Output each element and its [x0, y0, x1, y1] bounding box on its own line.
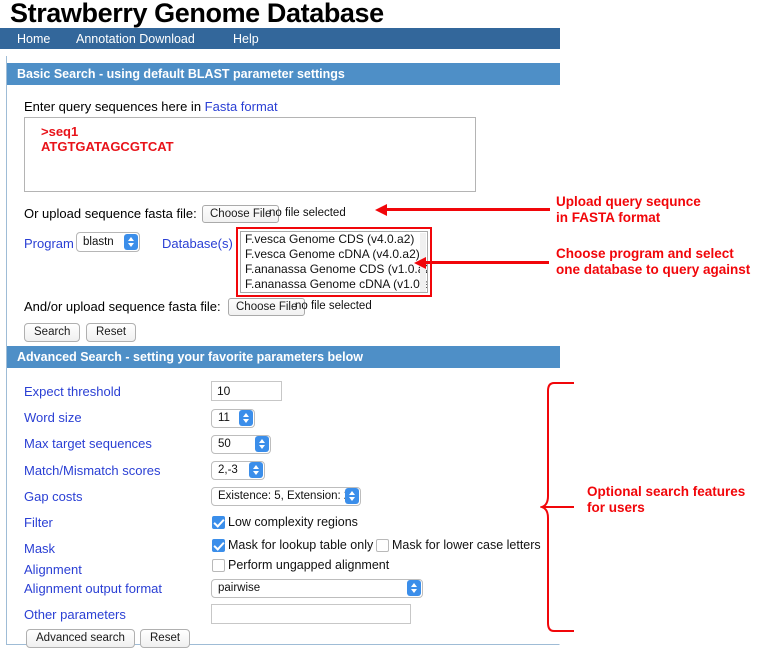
- annotation-arrow-database-icon: [414, 256, 549, 269]
- advanced-search-header: Advanced Search - setting your favorite …: [7, 346, 560, 368]
- expect-threshold-label: Expect threshold: [24, 384, 121, 399]
- no-file-selected-text-1: no file selected: [269, 207, 346, 219]
- upload-fasta-label-1: Or upload sequence fasta file:: [24, 206, 197, 221]
- page-title: Strawberry Genome Database: [10, 0, 384, 28]
- page-root: Strawberry Genome Database Home Annotati…: [0, 0, 780, 654]
- max-target-sequences-select[interactable]: 50: [211, 435, 271, 454]
- database-option-3[interactable]: F.ananassa Genome cDNA (v1.0.a2): [241, 277, 427, 292]
- filter-low-complexity-label: Low complexity regions: [228, 515, 358, 529]
- no-file-selected-text-2: no file selected: [295, 300, 372, 312]
- basic-search-header: Basic Search - using default BLAST param…: [7, 63, 560, 85]
- database-option-2[interactable]: F.ananassa Genome CDS (v1.0.a2): [241, 262, 427, 277]
- choose-file-button-1[interactable]: Choose File: [202, 205, 280, 223]
- mask-lookup-table-checkbox[interactable]: [212, 539, 225, 552]
- query-sequence-input[interactable]: >seq1 ATGTGATAGCGTCAT: [24, 117, 476, 192]
- nav-item-home[interactable]: Home: [17, 32, 50, 46]
- annotation-upload-text: Upload query sequnce in FASTA format: [556, 194, 701, 225]
- perform-ungapped-alignment-label: Perform ungapped alignment: [228, 558, 390, 572]
- expect-threshold-input[interactable]: [211, 381, 282, 401]
- query-label-text: Enter query sequences here in: [24, 99, 205, 114]
- reset-button-advanced[interactable]: Reset: [140, 629, 191, 648]
- search-button[interactable]: Search: [24, 323, 81, 342]
- other-parameters-input[interactable]: [211, 604, 411, 624]
- choose-file-button-2[interactable]: Choose File: [228, 298, 306, 316]
- alignment-output-format-select[interactable]: pairwise: [211, 579, 423, 598]
- main-navbar: Home Annotation Download Help: [0, 28, 560, 49]
- word-size-label: Word size: [24, 410, 82, 425]
- nav-item-help[interactable]: Help: [233, 32, 259, 46]
- gap-costs-select[interactable]: Existence: 5, Extension: 2: [211, 487, 361, 506]
- reset-button-basic[interactable]: Reset: [86, 323, 137, 342]
- program-label: Program: [24, 236, 74, 251]
- mask-lowercase-label: Mask for lower case letters: [392, 538, 541, 552]
- database-label: Database(s): [162, 236, 233, 251]
- upload-fasta-label-2: And/or upload sequence fasta file:: [24, 299, 221, 314]
- word-size-select[interactable]: 11: [211, 409, 255, 428]
- annotation-optional-text: Optional search features for users: [587, 484, 746, 515]
- query-sequence-label: Enter query sequences here in Fasta form…: [24, 99, 278, 114]
- filter-low-complexity-checkbox[interactable]: [212, 516, 225, 529]
- other-parameters-label: Other parameters: [24, 607, 126, 622]
- fasta-format-link[interactable]: Fasta format: [205, 99, 278, 114]
- database-option-0[interactable]: F.vesca Genome CDS (v4.0.a2): [241, 232, 427, 247]
- nav-item-annotation-download[interactable]: Annotation Download: [76, 32, 195, 46]
- filter-label: Filter: [24, 515, 53, 530]
- advanced-search-button[interactable]: Advanced search: [26, 629, 135, 648]
- mask-lowercase-checkbox[interactable]: [376, 539, 389, 552]
- max-target-sequences-label: Max target sequences: [24, 436, 152, 451]
- match-mismatch-scores-select[interactable]: 2,-3: [211, 461, 265, 480]
- program-select[interactable]: blastn: [76, 232, 140, 252]
- alignment-output-format-label: Alignment output format: [24, 581, 163, 596]
- perform-ungapped-alignment-checkbox[interactable]: [212, 559, 225, 572]
- mask-label: Mask: [24, 541, 56, 556]
- annotation-arrow-upload-icon: [375, 203, 550, 216]
- gap-costs-label: Gap costs: [24, 489, 83, 504]
- mask-lookup-table-label: Mask for lookup table only: [228, 538, 374, 552]
- database-option-1[interactable]: F.vesca Genome cDNA (v4.0.a2): [241, 247, 427, 262]
- annotation-program-text: Choose program and select one database t…: [556, 246, 751, 277]
- alignment-label: Alignment: [24, 562, 82, 577]
- database-listbox[interactable]: F.vesca Genome CDS (v4.0.a2) F.vesca Gen…: [240, 231, 428, 293]
- match-mismatch-scores-label: Match/Mismatch scores: [24, 463, 161, 478]
